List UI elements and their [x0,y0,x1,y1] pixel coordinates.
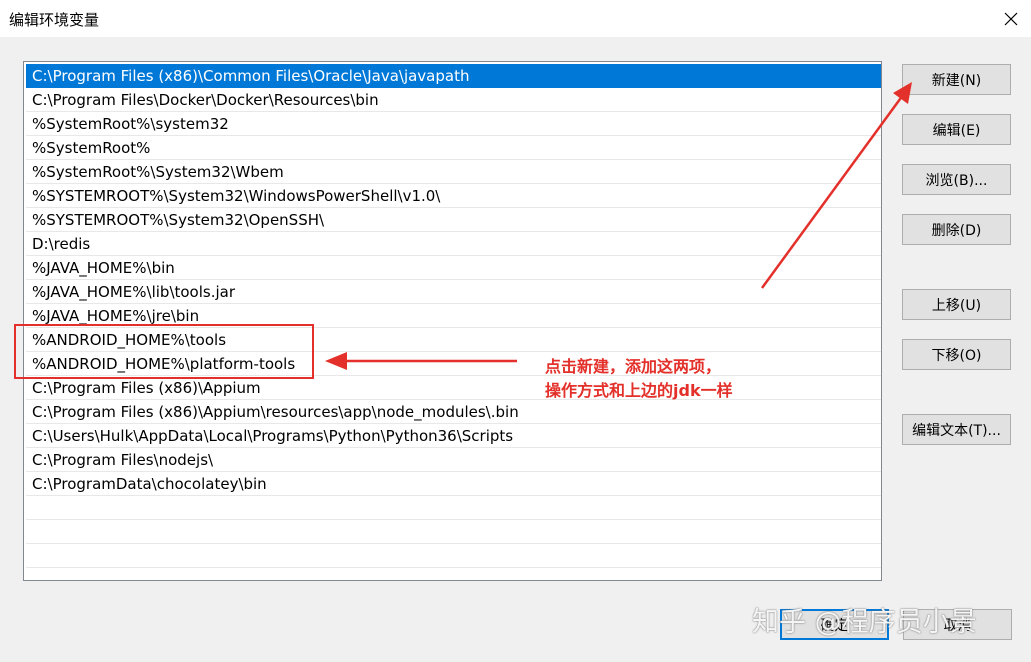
arrow-to-highlight-box [325,352,517,370]
annotation-text: 点击新建，添加这两项， 操作方式和上边的jdk一样 [545,355,785,403]
annotation-line-2: 操作方式和上边的jdk一样 [545,381,733,400]
arrow-to-new-button [760,82,912,289]
annotation-line-1: 点击新建，添加这两项， [545,357,722,376]
watermark: 知乎 @程序员小景 [752,607,977,638]
annotation-arrows [325,82,912,370]
